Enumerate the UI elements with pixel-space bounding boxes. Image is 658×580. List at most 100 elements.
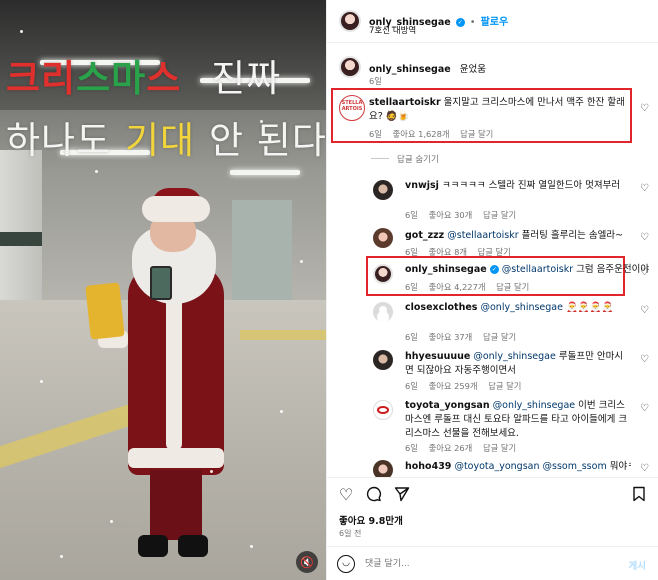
hide-replies-button[interactable]: 답글 숨기기 [371,153,439,165]
reply-avatar[interactable] [373,264,393,284]
reply-time: 6일 [405,332,418,342]
reply-button[interactable]: 답글 달기 [483,443,516,453]
reply-button[interactable]: 답글 달기 [483,332,516,342]
reply-meta: 6일 좋아요 259개 답글 달기 [405,380,529,392]
reply-username[interactable]: hoho439 [405,461,451,472]
post-side-panel: only_shinsegae ✓ • 팔로우 7호선 내방역 only_shin… [326,0,658,580]
reply-username[interactable]: vnwjsj [405,180,439,191]
comment-meta: 6일 좋아요 1,628개 답글 달기 [369,128,501,140]
reply-username[interactable]: closexclothes [405,302,477,313]
comment-likes[interactable]: 좋아요 1,628개 [393,129,450,139]
reply-mention[interactable]: @toyota_yongsan @ssom_ssom [454,461,606,472]
reply-mention[interactable]: @only_shinsegae [473,351,555,362]
bookmark-icon[interactable] [630,486,648,504]
reply-mention[interactable]: @stellaartoiskr [447,230,518,241]
reply-like-heart-icon[interactable]: ♡ [640,233,650,243]
post-video[interactable]: 크리스마스 진짜 하나도 기대 안 된다 🔇 [0,0,326,580]
reply-body: got_zzz @stellaartoiskr 플러팅 흘루리는 솜엘라~ [405,229,631,243]
reply-button[interactable]: 답글 달기 [483,210,516,220]
snowflake [20,30,23,33]
comment-body: stellaartoiskr 울지말고 크리스마스에 만나서 맥주 한잔 할래요… [369,96,627,124]
caption-avatar[interactable] [339,56,361,78]
smartphone [150,266,172,300]
follow-button[interactable]: 팔로우 [481,17,509,28]
snowflake [280,410,283,413]
reply-likes[interactable]: 좋아요 37개 [429,332,473,342]
reply-username[interactable]: toyota_yongsan [405,400,490,411]
reply-mention[interactable]: @only_shinsegae [481,302,563,313]
reply-avatar[interactable] [373,180,393,200]
post-comment-button[interactable]: 게시 [629,558,646,572]
reply-avatar[interactable] [373,400,393,420]
reply-avatar[interactable] [373,302,393,322]
reply-time: 6일 [405,381,418,391]
boot [138,535,168,557]
reply-username[interactable]: hhyesuuuue [405,351,470,362]
overlay-red-text: 스 [146,57,182,100]
reply-body: closexclothes @only_shinsegae 🎅🎅🎅🎅 [405,301,631,315]
overlay-white-text: 진짜 [211,57,282,100]
coat-trim [166,290,182,450]
coat-trim [128,448,224,468]
reply-likes[interactable]: 좋아요 26개 [429,443,473,453]
reply-text: 뭐야ㅋㅋㅋ [609,461,631,472]
boot [178,535,208,557]
location-label[interactable]: 7호선 내방역 [369,24,416,36]
reply-likes[interactable]: 좋아요 259개 [429,381,478,391]
snowflake [250,545,253,548]
heart-icon[interactable]: ♡ [337,486,355,504]
caption-username[interactable]: only_shinsegae [369,64,451,75]
reply-time: 6일 [405,443,418,453]
input-divider [327,546,658,547]
default-avatar-icon [379,306,387,314]
toyota-logo-icon [377,406,389,414]
snowflake [95,170,98,173]
reply-button[interactable]: 답글 달기 [488,381,521,391]
snowflake [110,520,113,523]
snowflake [300,260,303,263]
reply-button[interactable]: 답글 달기 [460,129,493,139]
ceiling-light [230,170,300,175]
reply-meta: 6일 좋아요 37개 답글 달기 [405,331,524,343]
reply-like-heart-icon[interactable]: ♡ [640,355,650,365]
emoji-icon[interactable]: ◡ [337,555,355,573]
verified-badge-icon: ✓ [455,18,465,27]
caption-text: 윤었움 [459,64,487,75]
reply-like-heart-icon[interactable]: ♡ [640,268,650,278]
mute-button[interactable]: 🔇 [296,551,318,573]
reply-likes[interactable]: 좋아요 4,227개 [429,282,486,292]
reply-username[interactable]: got_zzz [405,230,444,241]
separator-dot: • [469,17,476,28]
reply-like-heart-icon[interactable]: ♡ [640,184,650,194]
reply-username[interactable]: only_shinsegae [405,264,487,275]
speaker-mute-icon: 🔇 [300,555,314,569]
reply-avatar[interactable] [373,228,393,248]
reply-text: ㅋㅋㅋㅋㅋ 스텔라 진짜 열일한드아 멋져부러 [441,180,621,191]
reply-avatar[interactable] [373,350,393,370]
reply-likes[interactable]: 좋아요 30개 [429,210,473,220]
share-icon[interactable] [393,486,411,504]
post-likes-count[interactable]: 좋아요 9.8만개 [339,513,403,527]
author-avatar[interactable] [339,10,361,32]
stella-avatar[interactable]: STELLA ARTOIS [339,95,365,121]
overlay-yellow-text: 기대 [125,119,196,162]
reply-like-heart-icon[interactable]: ♡ [640,306,650,316]
snowflake [60,555,63,558]
overlay-text-line-1: 크리스마스 진짜 [6,48,281,102]
caption-time: 6일 [369,76,382,86]
overlay-red-text: 크리 [6,57,77,100]
comment-icon[interactable] [365,486,383,504]
comment-username[interactable]: stellaartoiskr [369,97,441,108]
verified-badge-icon: ✓ [489,265,499,274]
comment-like-heart-icon[interactable]: ♡ [640,104,650,114]
reply-button[interactable]: 답글 달기 [496,282,529,292]
reply-like-heart-icon[interactable]: ♡ [640,464,650,474]
reply-mention[interactable]: @stellaartoiskr [502,264,573,275]
reply-mention[interactable]: @only_shinsegae [493,400,575,411]
snowflake [210,470,213,473]
post-time: 6일 전 [339,529,362,538]
comment-time: 6일 [369,129,382,139]
reply-like-heart-icon[interactable]: ♡ [640,404,650,414]
reply-body: hoho439 @toyota_yongsan @ssom_ssom 뭐야ㅋㅋㅋ [405,460,631,474]
comment-input[interactable] [365,556,605,572]
